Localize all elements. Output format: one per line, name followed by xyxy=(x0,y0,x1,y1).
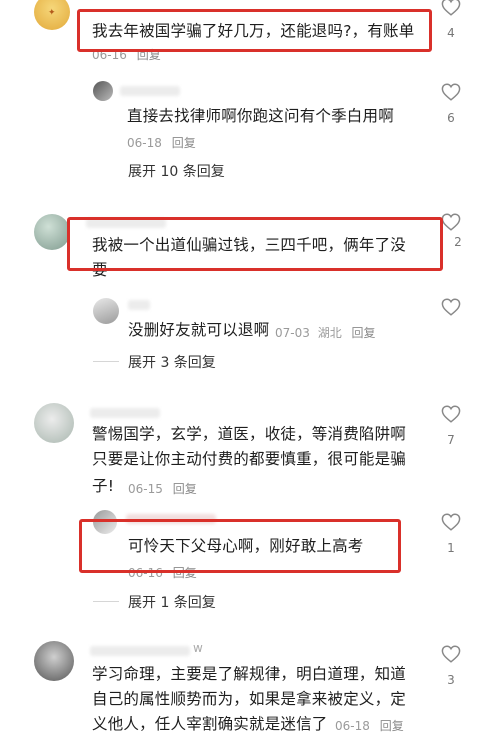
reply-text: 直接去找律师啊你跑这问有个季白用啊 xyxy=(127,107,394,125)
comment-text-line: 自己的属性顺势而为，如果是拿来被定义，定 xyxy=(92,690,407,708)
username-blurred xyxy=(90,646,190,656)
reply-meta: 07-03 湖北 回复 xyxy=(275,324,376,341)
expand-divider xyxy=(93,361,119,362)
heart-outline-icon xyxy=(441,513,461,531)
like-button[interactable] xyxy=(439,298,463,316)
avatar[interactable] xyxy=(34,214,70,250)
like-count: 2 xyxy=(454,235,462,249)
heart-outline-icon xyxy=(441,83,461,101)
reply-text: 没删好友就可以退啊 xyxy=(128,321,270,339)
username-tail: w xyxy=(193,641,203,655)
reply-date: 06-18 xyxy=(127,136,162,150)
avatar[interactable] xyxy=(34,641,74,681)
like-count: 4 xyxy=(447,26,455,40)
like-count: 1 xyxy=(447,541,455,555)
reply-button[interactable]: 回复 xyxy=(173,482,197,496)
highlight-box xyxy=(79,519,401,573)
comment-date: 06-15 xyxy=(128,482,163,496)
avatar[interactable] xyxy=(34,403,74,443)
like-button[interactable]: 1 xyxy=(439,513,463,555)
heart-outline-icon xyxy=(441,405,461,423)
comment-date: 06-18 xyxy=(335,719,370,733)
heart-outline-icon xyxy=(441,0,461,16)
reply-location: 湖北 xyxy=(317,326,342,340)
like-count: 6 xyxy=(447,111,455,125)
like-count: 7 xyxy=(447,433,455,447)
comment-text-line: 警惕国学，玄学，道医，收徒，等消费陷阱啊 xyxy=(92,425,407,443)
reply-button[interactable]: 回复 xyxy=(380,719,404,733)
reply-meta: 06-18 回复 xyxy=(127,134,196,151)
reply-button[interactable]: 回复 xyxy=(352,326,376,340)
expand-divider xyxy=(93,601,119,602)
reply-button[interactable]: 回复 xyxy=(172,136,196,150)
comment-text-line: 学习命理，主要是了解规律，明白道理，知道 xyxy=(92,665,407,683)
expand-replies-button[interactable]: 展开 1 条回复 xyxy=(128,592,216,612)
comment-text-line: 义他人，任人宰割确实就是迷信了 xyxy=(92,715,328,733)
expand-replies-button[interactable]: 展开 3 条回复 xyxy=(128,352,216,372)
heart-outline-icon xyxy=(441,213,461,231)
highlight-box xyxy=(77,9,432,52)
expand-replies-button[interactable]: 展开 10 条回复 xyxy=(128,161,225,181)
like-count: 3 xyxy=(447,673,455,687)
avatar[interactable]: ✦ xyxy=(34,0,70,30)
comment-meta: 06-15 回复 xyxy=(128,480,197,497)
reply-date: 07-03 xyxy=(275,326,310,340)
username-blurred xyxy=(90,408,160,418)
reply-avatar[interactable] xyxy=(93,298,119,324)
comment-text-line: 只要是让你主动付费的都要慎重，很可能是骗 xyxy=(92,450,407,468)
comment-meta: 06-18 回复 xyxy=(335,717,404,734)
like-button[interactable]: 6 xyxy=(439,83,463,125)
reply-username-blurred xyxy=(120,86,180,96)
like-button[interactable]: 7 xyxy=(439,405,463,447)
like-button[interactable]: 4 xyxy=(439,0,463,40)
reply-avatar[interactable] xyxy=(93,81,113,101)
heart-outline-icon xyxy=(441,298,461,316)
highlight-box xyxy=(67,217,443,271)
reply-username-blurred xyxy=(128,300,150,310)
comment-text-line: 子! xyxy=(92,477,115,495)
heart-outline-icon xyxy=(441,645,461,663)
like-button[interactable]: 3 xyxy=(439,645,463,687)
